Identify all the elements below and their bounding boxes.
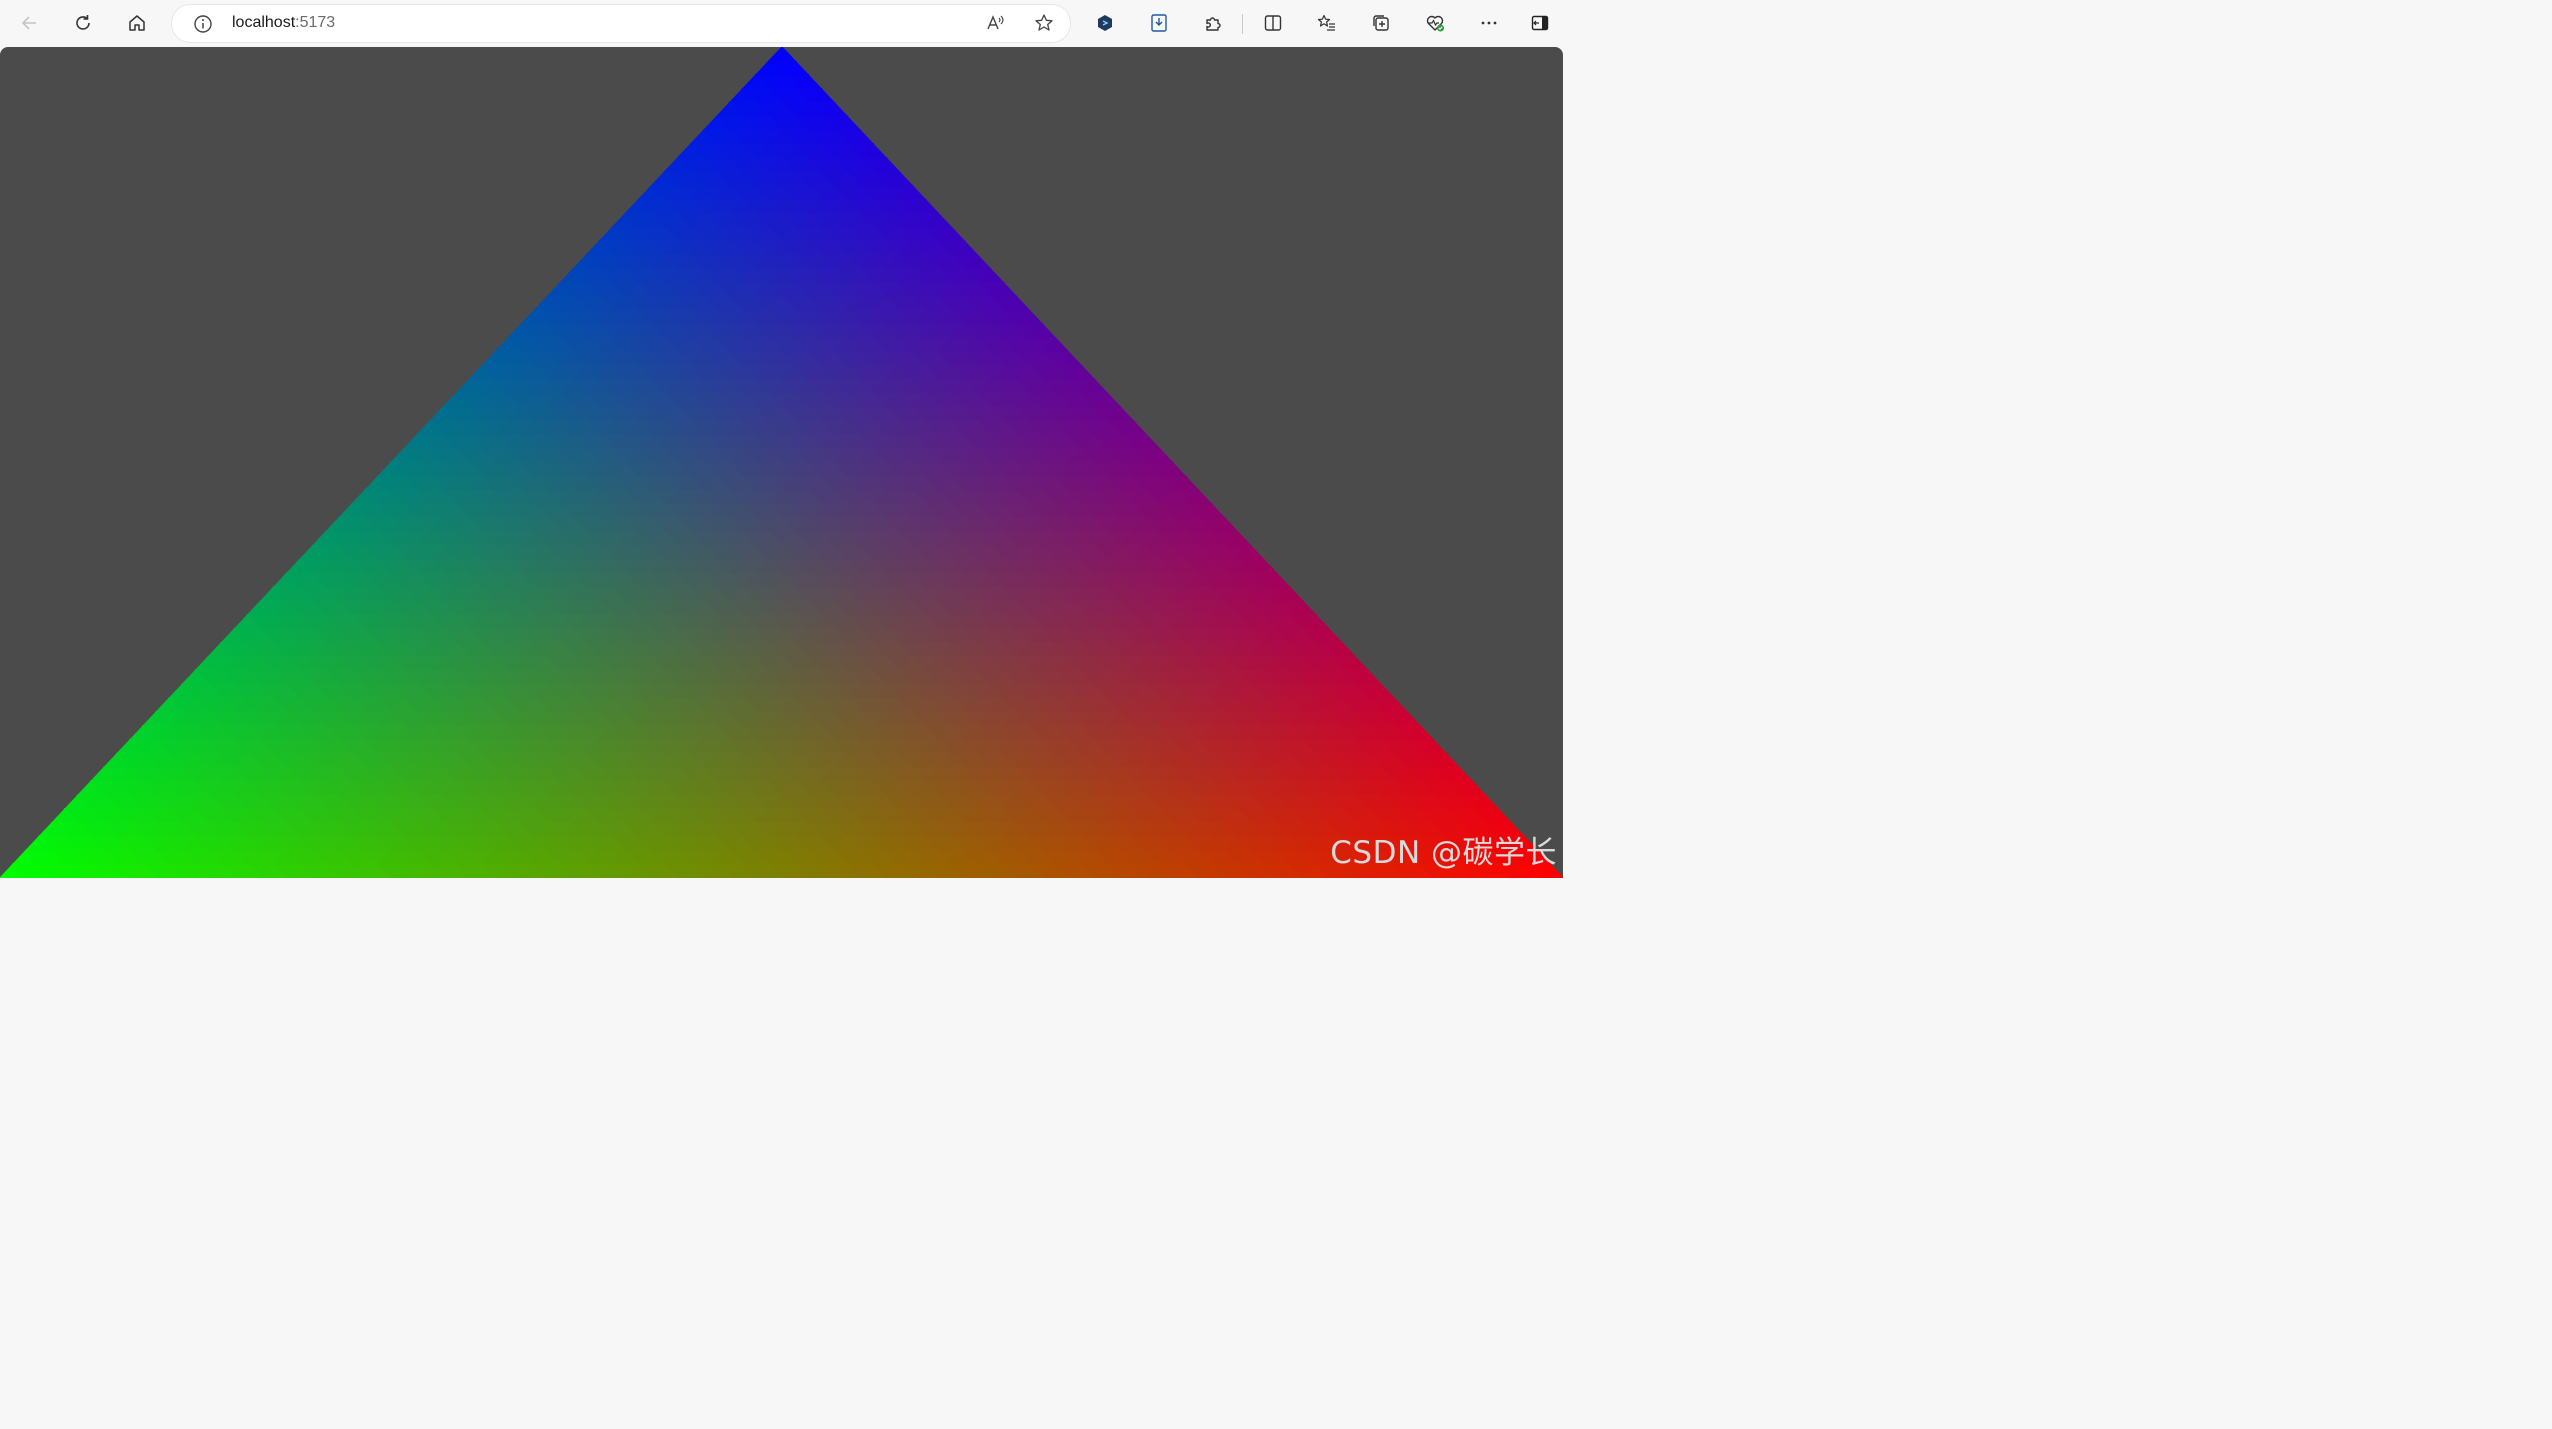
split-screen-icon — [1264, 15, 1282, 31]
favorite-button[interactable] — [1027, 6, 1061, 40]
url-port: :5173 — [295, 14, 336, 31]
performance-button[interactable] — [1418, 6, 1452, 40]
read-aloud-icon — [987, 15, 1004, 30]
window-edge — [1563, 47, 1568, 878]
heart-pulse-icon — [1426, 15, 1444, 32]
watermark-text: CSDN @碳学长 — [1330, 835, 1557, 871]
favorites-list-icon — [1317, 14, 1335, 31]
home-icon — [129, 15, 145, 31]
url-host: localhost — [232, 14, 296, 31]
hexagon-extension-icon — [1098, 15, 1112, 31]
webgl-canvas: CSDN @碳学长 — [0, 47, 1563, 878]
read-aloud-button[interactable] — [978, 6, 1012, 40]
reload-icon — [76, 15, 90, 30]
reload-button[interactable] — [66, 6, 100, 40]
info-icon — [194, 15, 212, 33]
collections-button[interactable] — [1364, 6, 1398, 40]
browser-toolbar: localhost:5173 — [0, 0, 1568, 47]
address-bar[interactable]: localhost:5173 — [172, 5, 1070, 42]
extensions-button[interactable] — [1196, 6, 1230, 40]
puzzle-icon — [1206, 17, 1221, 31]
more-button[interactable] — [1472, 6, 1506, 40]
extension-button-1[interactable] — [1088, 6, 1122, 40]
favorites-button[interactable] — [1310, 6, 1344, 40]
sidebar-button[interactable] — [1523, 6, 1557, 40]
arrow-left-icon — [21, 16, 36, 30]
url-text[interactable]: localhost:5173 — [232, 14, 335, 32]
home-button[interactable] — [120, 6, 154, 40]
download-extension-icon — [1151, 14, 1167, 32]
sidebar-icon — [1531, 15, 1549, 31]
extension-button-2[interactable] — [1142, 6, 1176, 40]
gradient-triangle — [0, 47, 1563, 878]
collections-icon — [1373, 15, 1389, 31]
back-button[interactable] — [12, 6, 46, 40]
star-icon — [1035, 14, 1053, 31]
site-info-button[interactable] — [192, 13, 214, 35]
split-screen-button[interactable] — [1256, 6, 1290, 40]
more-icon — [1481, 21, 1497, 25]
triangle-fragment — [767, 47, 797, 62]
toolbar-separator — [1242, 14, 1243, 34]
